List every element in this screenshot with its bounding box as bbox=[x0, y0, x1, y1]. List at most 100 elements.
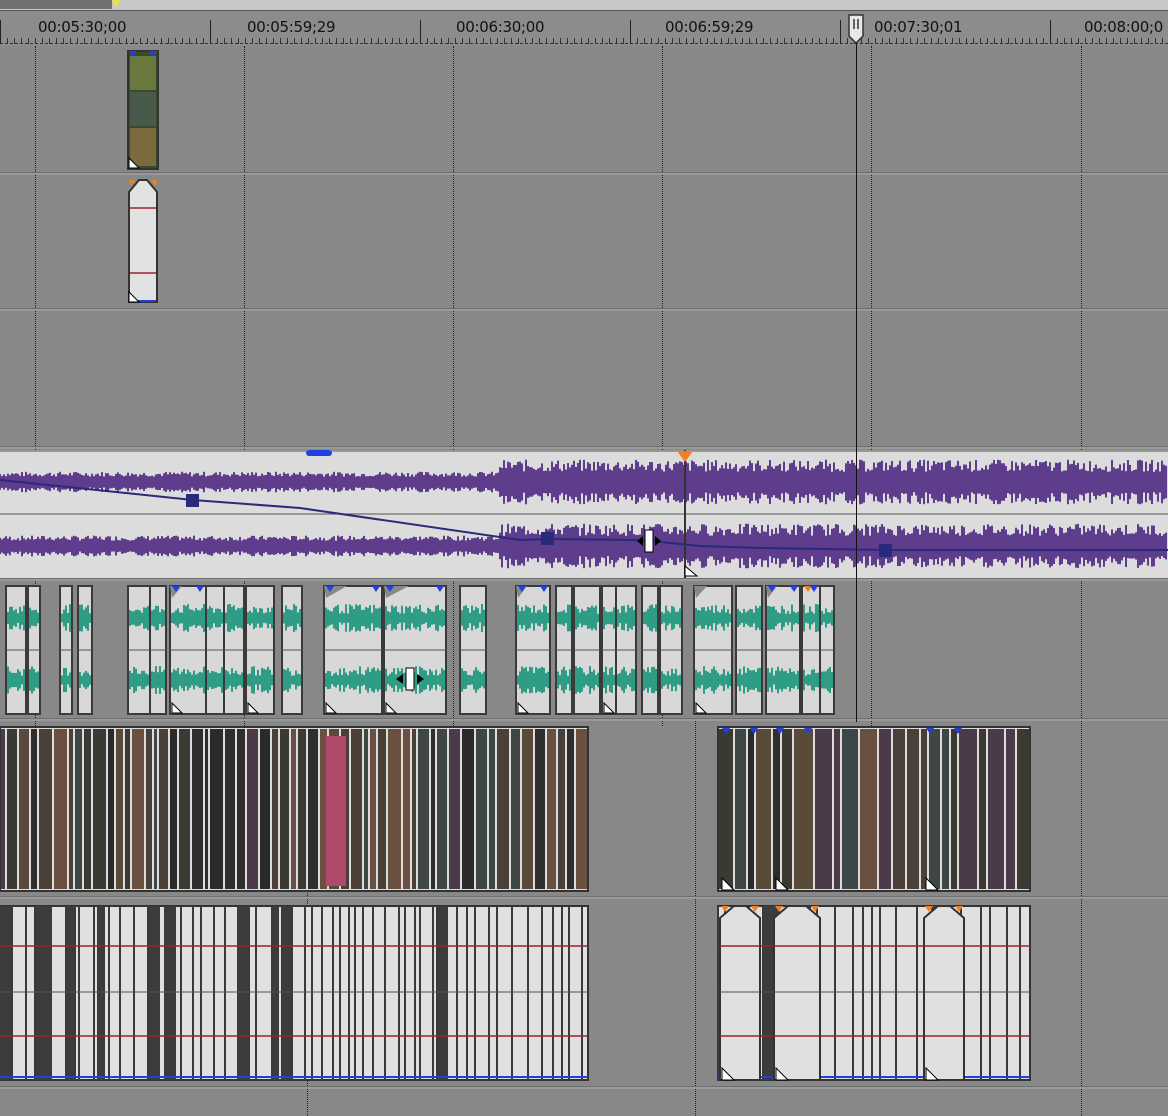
ruler-tick bbox=[91, 38, 92, 44]
ruler-tick bbox=[609, 38, 610, 44]
ruler-tick bbox=[504, 38, 505, 44]
ruler-tick bbox=[868, 38, 869, 44]
ruler-tick bbox=[147, 38, 148, 44]
ruler-tick bbox=[280, 38, 281, 44]
ruler-tick bbox=[630, 20, 631, 44]
trim-cursor-icon bbox=[395, 666, 425, 692]
ruler-tick bbox=[329, 38, 330, 44]
ruler-tick bbox=[511, 38, 512, 44]
ruler-tick bbox=[966, 38, 967, 44]
ruler-tick bbox=[287, 38, 288, 44]
ruler-tick bbox=[161, 38, 162, 44]
fade-handle-icon[interactable] bbox=[306, 450, 332, 456]
playhead-line[interactable] bbox=[856, 22, 857, 722]
playhead-icon[interactable] bbox=[847, 14, 865, 45]
ruler-tick bbox=[0, 20, 1, 44]
ruler-tick bbox=[924, 38, 925, 44]
audio-clips-3 bbox=[0, 905, 1031, 1081]
ruler-tick bbox=[56, 38, 57, 44]
ruler-label: 00:08:00;0 bbox=[1084, 18, 1163, 36]
ruler-tick bbox=[434, 38, 435, 44]
music-event[interactable] bbox=[0, 450, 1168, 578]
ruler-tick bbox=[1148, 38, 1149, 44]
ruler-tick bbox=[1099, 38, 1100, 44]
ruler-tick bbox=[539, 38, 540, 44]
audio-events-track[interactable] bbox=[0, 584, 870, 716]
ruler-tick bbox=[35, 38, 36, 44]
ruler-tick bbox=[483, 38, 484, 44]
ruler-tick bbox=[308, 38, 309, 44]
ruler-tick bbox=[595, 38, 596, 44]
ruler-tick bbox=[567, 38, 568, 44]
ruler-tick bbox=[399, 38, 400, 44]
ruler-tick bbox=[154, 38, 155, 44]
ruler-label: 00:07:30;01 bbox=[874, 18, 963, 36]
ruler-tick bbox=[294, 38, 295, 44]
ruler-tick bbox=[980, 38, 981, 44]
ruler-label: 00:06:59;29 bbox=[665, 18, 754, 36]
ruler-tick bbox=[721, 38, 722, 44]
ruler-tick bbox=[903, 38, 904, 44]
ruler-tick bbox=[1106, 38, 1107, 44]
audio-event-body bbox=[128, 179, 158, 303]
envelope-keyframe-icon[interactable] bbox=[541, 532, 554, 545]
ruler-tick bbox=[616, 38, 617, 44]
time-ruler[interactable]: 00:05:30;00 00:05:59;29 00:06:30;00 00:0… bbox=[0, 0, 1168, 46]
ruler-tick bbox=[686, 38, 687, 44]
ruler-tick bbox=[476, 38, 477, 44]
ruler-tick bbox=[322, 38, 323, 44]
ruler-tick bbox=[1022, 38, 1023, 44]
ruler-tick bbox=[343, 38, 344, 44]
timeline-area[interactable]: 00:05:30;00 00:05:59;29 00:06:30;00 00:0… bbox=[0, 0, 1168, 1116]
video-thumbnail bbox=[127, 50, 159, 170]
ruler-tick bbox=[406, 38, 407, 44]
ruler-tick bbox=[133, 38, 134, 44]
ruler-tick bbox=[217, 38, 218, 44]
ruler-tick bbox=[49, 38, 50, 44]
video-events-track[interactable] bbox=[0, 726, 1168, 894]
ruler-tick bbox=[168, 38, 169, 44]
ruler-tick bbox=[756, 38, 757, 44]
ruler-tick bbox=[126, 38, 127, 44]
ruler-tick bbox=[672, 38, 673, 44]
ruler-tick bbox=[952, 38, 953, 44]
ruler-tick bbox=[175, 38, 176, 44]
track-divider bbox=[0, 896, 1168, 899]
ruler-tick bbox=[651, 38, 652, 44]
ruler-tick bbox=[784, 38, 785, 44]
audio-event[interactable] bbox=[127, 178, 159, 304]
ruler-tick bbox=[518, 38, 519, 44]
ruler-tick bbox=[525, 38, 526, 44]
ruler-tick bbox=[1001, 38, 1002, 44]
ruler-tick bbox=[1008, 38, 1009, 44]
ruler-tick bbox=[1057, 38, 1058, 44]
ruler-tick bbox=[959, 38, 960, 44]
ruler-tick bbox=[700, 38, 701, 44]
envelope-keyframe-icon[interactable] bbox=[186, 494, 199, 507]
ruler-tick bbox=[266, 38, 267, 44]
ruler-tick bbox=[7, 38, 8, 44]
ruler-tick bbox=[455, 38, 456, 44]
video-event[interactable] bbox=[127, 50, 159, 170]
ruler-tick bbox=[623, 38, 624, 44]
ruler-tick bbox=[490, 38, 491, 44]
ruler-tick bbox=[1155, 38, 1156, 44]
grid-line bbox=[871, 46, 872, 726]
audio-events-track-3[interactable] bbox=[0, 904, 1168, 1084]
ruler-tick bbox=[917, 38, 918, 44]
horizontal-scrollbar[interactable] bbox=[0, 0, 1168, 11]
ruler-tick bbox=[224, 38, 225, 44]
ruler-tick bbox=[798, 38, 799, 44]
ruler-tick bbox=[357, 38, 358, 44]
ruler-tick bbox=[973, 38, 974, 44]
ruler-tick bbox=[833, 38, 834, 44]
ruler-label: 00:05:30;00 bbox=[38, 18, 127, 36]
ruler-tick bbox=[469, 38, 470, 44]
ruler-label: 00:06:30;00 bbox=[456, 18, 545, 36]
ruler-tick bbox=[84, 38, 85, 44]
ruler-tick bbox=[238, 38, 239, 44]
envelope-keyframe-icon[interactable] bbox=[879, 544, 892, 557]
ruler-tick bbox=[196, 38, 197, 44]
ruler-tick bbox=[77, 38, 78, 44]
scrollbar-thumb[interactable] bbox=[0, 0, 112, 9]
